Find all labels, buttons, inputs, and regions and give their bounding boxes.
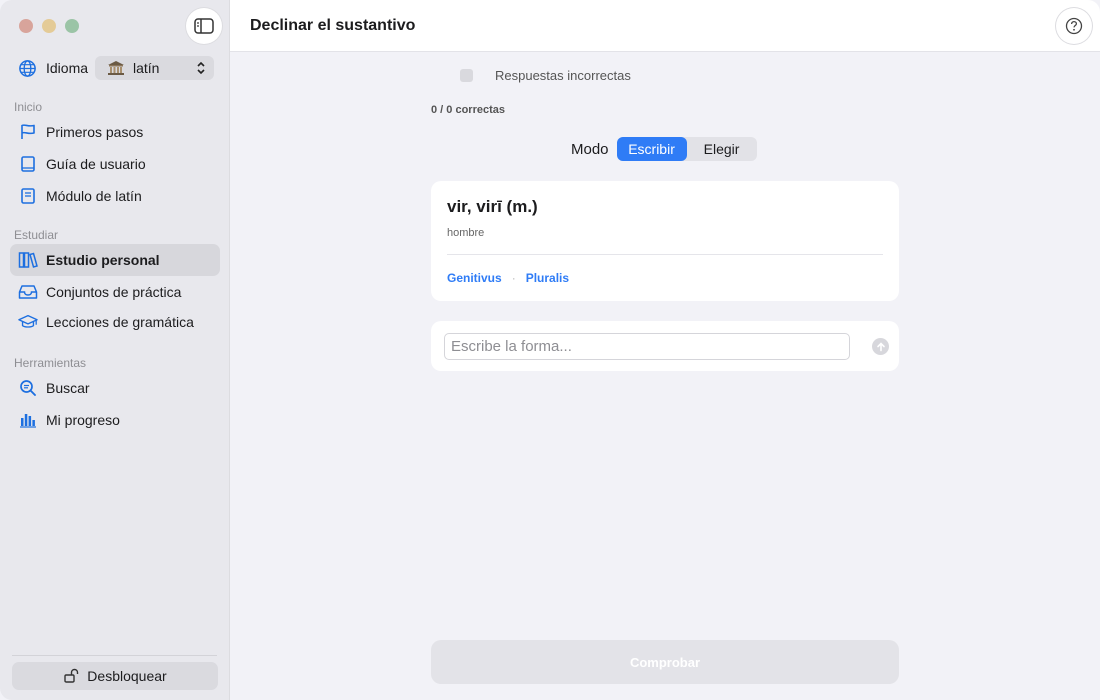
sidebar-item-estudio-personal[interactable]: Estudio personal: [10, 244, 220, 276]
number-tag: Pluralis: [525, 271, 570, 285]
mode-selector: Modo Escribir Elegir: [571, 137, 757, 161]
app-window: Idioma latín Inicio Primeros pasos Guía …: [0, 0, 1100, 700]
case-tag: Genitivus: [447, 271, 502, 285]
help-button[interactable]: [1056, 8, 1092, 44]
temple-icon: [108, 61, 124, 75]
noun-word: vir, virī (m.): [447, 197, 538, 216]
mode-option-elegir[interactable]: Elegir: [687, 137, 757, 161]
tray-icon: [18, 285, 38, 299]
graduation-cap-icon: [18, 314, 38, 328]
section-title-inicio: Inicio: [14, 100, 43, 114]
wrong-answers-toggle[interactable]: Respuestas incorrectas: [460, 68, 631, 83]
window-controls: [19, 19, 79, 33]
question-circle-icon: [1065, 17, 1083, 35]
section-title-herramientas: Herramientas: [14, 356, 87, 370]
document-icon: [21, 188, 35, 204]
mode-label: Modo: [571, 140, 609, 158]
sidebar-item-label: Conjuntos de práctica: [46, 284, 182, 300]
sidebar-item-modulo-de-latin[interactable]: Módulo de latín: [10, 180, 220, 212]
submit-answer-button[interactable]: [872, 338, 889, 355]
sidebar-item-guia-de-usuario[interactable]: Guía de usuario: [10, 148, 220, 180]
sidebar-item-label: Guía de usuario: [46, 156, 146, 172]
zoom-window-button[interactable]: [65, 19, 79, 33]
language-label: Idioma: [46, 60, 89, 76]
mode-option-escribir[interactable]: Escribir: [616, 137, 687, 161]
mode-segmented-control: Escribir Elegir: [616, 137, 757, 161]
flag-icon: [21, 124, 35, 139]
sidebar-item-label: Primeros pasos: [46, 124, 144, 140]
chevron-updown-icon: [197, 61, 205, 75]
books-icon: [18, 252, 38, 268]
sidebar: Idioma latín Inicio Primeros pasos Guía …: [0, 0, 230, 700]
answer-panel: [431, 321, 899, 371]
search-icon: [20, 380, 36, 396]
unlock-label: Desbloquear: [87, 668, 167, 684]
sidebar-item-mi-progreso[interactable]: Mi progreso: [10, 404, 220, 436]
close-window-button[interactable]: [19, 19, 33, 33]
noun-meaning: hombre: [447, 227, 485, 239]
minimize-window-button[interactable]: [42, 19, 56, 33]
language-value: latín: [133, 60, 160, 76]
unlock-button[interactable]: Desbloquear: [12, 662, 218, 690]
sidebar-item-label: Módulo de latín: [46, 188, 142, 204]
language-select[interactable]: latín: [95, 56, 214, 80]
wrong-answers-label: Respuestas incorrectas: [495, 68, 631, 83]
sidebar-divider: [12, 655, 217, 656]
arrow-up-icon: [876, 341, 885, 351]
section-title-estudiar: Estudiar: [14, 228, 59, 242]
sidebar-item-conjuntos-de-practica[interactable]: Conjuntos de práctica: [10, 276, 220, 308]
tag-separator: ·: [511, 271, 516, 285]
sidebar-item-label: Buscar: [46, 380, 90, 396]
language-row: Idioma: [18, 56, 88, 80]
sidebar-item-label: Mi progreso: [46, 412, 120, 428]
sidebar-item-label: Lecciones de gramática: [46, 314, 194, 330]
unlock-icon: [64, 668, 79, 683]
wrong-answers-checkbox[interactable]: [460, 69, 473, 82]
score-counter: 0 / 0 correctas: [431, 104, 505, 116]
sidebar-icon: [194, 18, 214, 34]
book-icon: [21, 156, 35, 172]
toolbar: Declinar el sustantivo: [230, 0, 1100, 52]
check-button[interactable]: Comprobar: [431, 640, 899, 684]
page-title: Declinar el sustantivo: [250, 17, 416, 34]
sidebar-item-lecciones-de-gramatica[interactable]: Lecciones de gramática: [10, 306, 220, 338]
sidebar-toggle-button[interactable]: [186, 8, 222, 44]
card-divider: [447, 254, 883, 255]
bar-chart-icon: [20, 414, 36, 428]
sidebar-item-primeros-pasos[interactable]: Primeros pasos: [10, 116, 220, 148]
target-form-tags: Genitivus · Pluralis: [447, 271, 569, 285]
noun-card: vir, virī (m.) hombre Genitivus · Plural…: [431, 181, 899, 301]
sidebar-item-label: Estudio personal: [46, 252, 160, 268]
sidebar-item-buscar[interactable]: Buscar: [10, 372, 220, 404]
answer-input[interactable]: [444, 333, 850, 360]
globe-icon: [19, 59, 36, 77]
